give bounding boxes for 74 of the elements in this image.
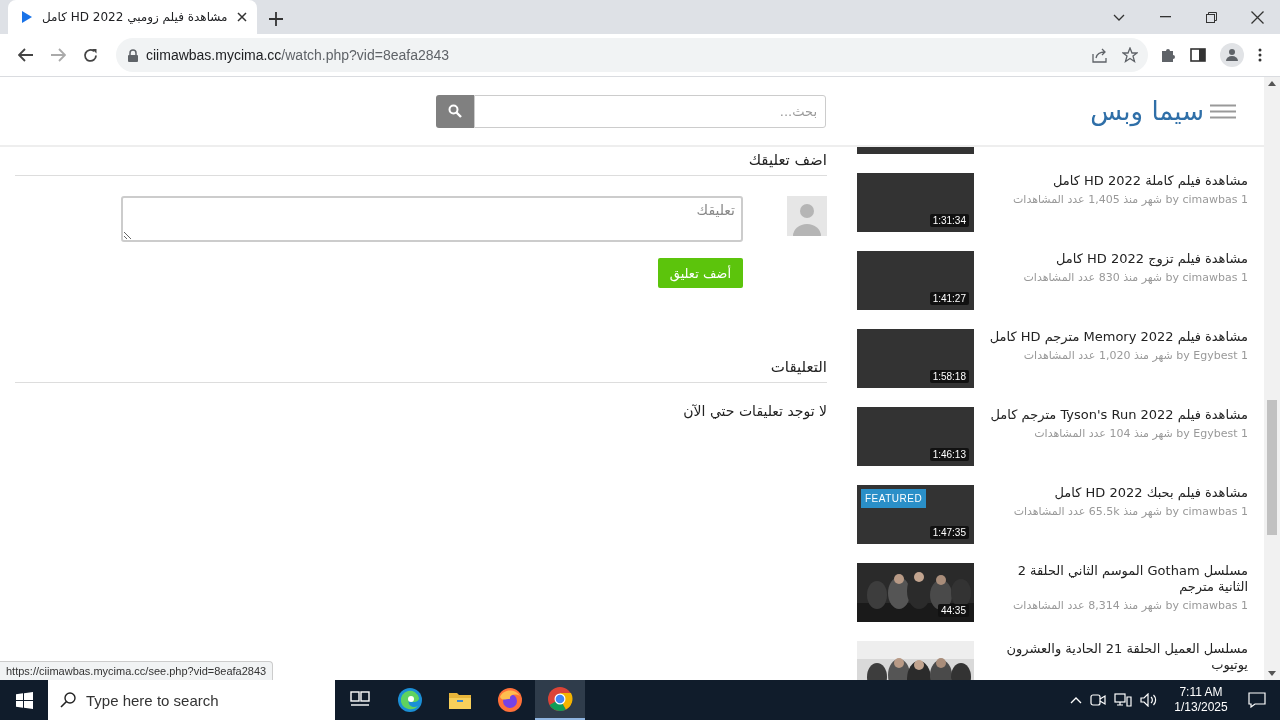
video-thumbnail[interactable] <box>857 147 974 154</box>
more-menu-icon[interactable] <box>1258 48 1262 62</box>
taskbar-search[interactable]: Type here to search <box>48 680 335 720</box>
lock-icon <box>128 48 138 62</box>
duration-label: 44:35 <box>937 604 969 617</box>
duration-label: 1:58:18 <box>929 370 969 383</box>
windows-logo-icon <box>15 691 33 709</box>
network-icon[interactable] <box>1114 693 1132 707</box>
duration-label: 1:46:13 <box>929 448 969 461</box>
video-meta: 1 by Egybest شهر منذ 1,020 عدد المشاهدات <box>1022 349 1248 362</box>
taskbar-app[interactable] <box>535 680 585 720</box>
video-title[interactable]: مشاهدة فيلم تزوج 2022 HD كامل <box>984 251 1248 267</box>
video-title[interactable]: مسلسل Gotham الموسم الثاني الحلقة 2 الثانية مترجم <box>984 563 1248 595</box>
close-icon[interactable] <box>1250 10 1264 24</box>
duration-label: 1:41:27 <box>929 292 969 305</box>
address-bar[interactable]: ciimawbas.mycima.cc/watch.php?vid=8eafa2843 <box>116 38 1148 72</box>
duration-label: 1:47:35 <box>929 526 969 539</box>
profile-button[interactable] <box>1220 43 1244 67</box>
empty-message: لا توجد تعليقات حتي الآن <box>682 403 827 419</box>
camera-icon[interactable] <box>1090 693 1106 707</box>
puzzle-icon[interactable] <box>1160 47 1176 63</box>
video-meta: 1 by Egybest شهر منذ 104 عدد المشاهدات <box>1033 427 1248 440</box>
section-heading: اضف تعليقك <box>15 147 827 176</box>
scroll-up-icon[interactable] <box>1268 81 1276 86</box>
search-button[interactable] <box>436 94 474 128</box>
scroll-down-icon[interactable] <box>1268 671 1276 676</box>
video-title[interactable]: مشاهدة فيلم بحبك 2022 HD كامل <box>984 485 1248 501</box>
chrome-icon <box>547 686 573 712</box>
featured-label: FEATURED <box>861 489 927 508</box>
close-icon[interactable] <box>237 12 248 22</box>
scrollbar[interactable] <box>1264 77 1280 680</box>
chevron-up-icon[interactable] <box>1070 696 1082 704</box>
back-arrow-icon[interactable] <box>18 48 34 62</box>
video-meta: 1 by cimawbas شهر منذ 1,405 عدد المشاهدات <box>1012 193 1248 206</box>
menu-icon[interactable] <box>1210 103 1236 119</box>
side-panel-icon[interactable] <box>1190 48 1206 62</box>
person-icon <box>1225 48 1239 62</box>
video-title[interactable]: مشاهدة فيلم كاملة 2022 HD كامل <box>984 173 1248 189</box>
search-field[interactable]: بحث... <box>474 94 826 128</box>
share-icon[interactable] <box>1092 47 1108 63</box>
video-title[interactable]: مشاهدة فيلم Memory 2022 مترجم HD كامل <box>984 329 1248 345</box>
notification-icon[interactable] <box>1248 692 1266 708</box>
comment-field[interactable]: تعليقك <box>121 196 743 242</box>
minimize-icon[interactable] <box>1159 16 1171 18</box>
search-icon <box>448 104 462 118</box>
video-meta: 1 by cimawbas شهر منذ 830 عدد المشاهدات <box>1022 271 1248 284</box>
video-meta: 1 by cimawbas شهر منذ 65.5k عدد المشاهدات <box>1012 505 1248 518</box>
video-thumbnail[interactable]: 1:41:27 <box>857 251 974 310</box>
clock[interactable]: 7:11 AM 1/13/2025 <box>1166 685 1236 715</box>
play-icon <box>22 11 32 23</box>
folder-icon <box>448 690 472 710</box>
scrollbar-thumb[interactable] <box>1267 400 1277 535</box>
section-heading: التعليقات <box>15 354 827 383</box>
video-title[interactable]: مشاهدة فيلم Tyson's Run 2022 مترجم كامل <box>984 407 1248 423</box>
chevron-down-icon[interactable] <box>1113 13 1125 21</box>
task-view-icon <box>350 691 370 709</box>
video-thumbnail[interactable]: 1:58:18 <box>857 329 974 388</box>
video-title[interactable]: مسلسل العميل الحلقة 21 الحادية والعشرون يوتيوب <box>984 641 1248 673</box>
duration-label: 1:31:34 <box>929 214 969 227</box>
video-meta: 1 by cimawbas شهر منذ 8,314 عدد المشاهدات <box>1012 599 1248 612</box>
browser-tab[interactable]: مشاهدة فيلم زومبي 2022 HD كامل <box>8 0 258 34</box>
restore-icon[interactable] <box>1205 11 1217 23</box>
video-thumbnail[interactable]: 1:46:13 <box>857 407 974 466</box>
edge-browser-icon <box>397 687 423 713</box>
new-tab-icon[interactable] <box>269 12 284 26</box>
site-logo[interactable]: سيما وبس <box>1090 96 1204 126</box>
search-icon <box>60 692 76 708</box>
video-thumbnail[interactable]: FEATURED 1:47:35 <box>857 485 974 544</box>
status-url: https://ciimawbas.mycima.cc/see.php?vid=8eafa2843 <box>0 661 274 680</box>
reload-icon[interactable] <box>82 47 98 63</box>
star-icon[interactable] <box>1122 47 1138 63</box>
firefox-icon <box>497 687 523 713</box>
video-thumbnail[interactable]: 1:31:34 <box>857 173 974 232</box>
volume-icon[interactable] <box>1140 693 1158 707</box>
